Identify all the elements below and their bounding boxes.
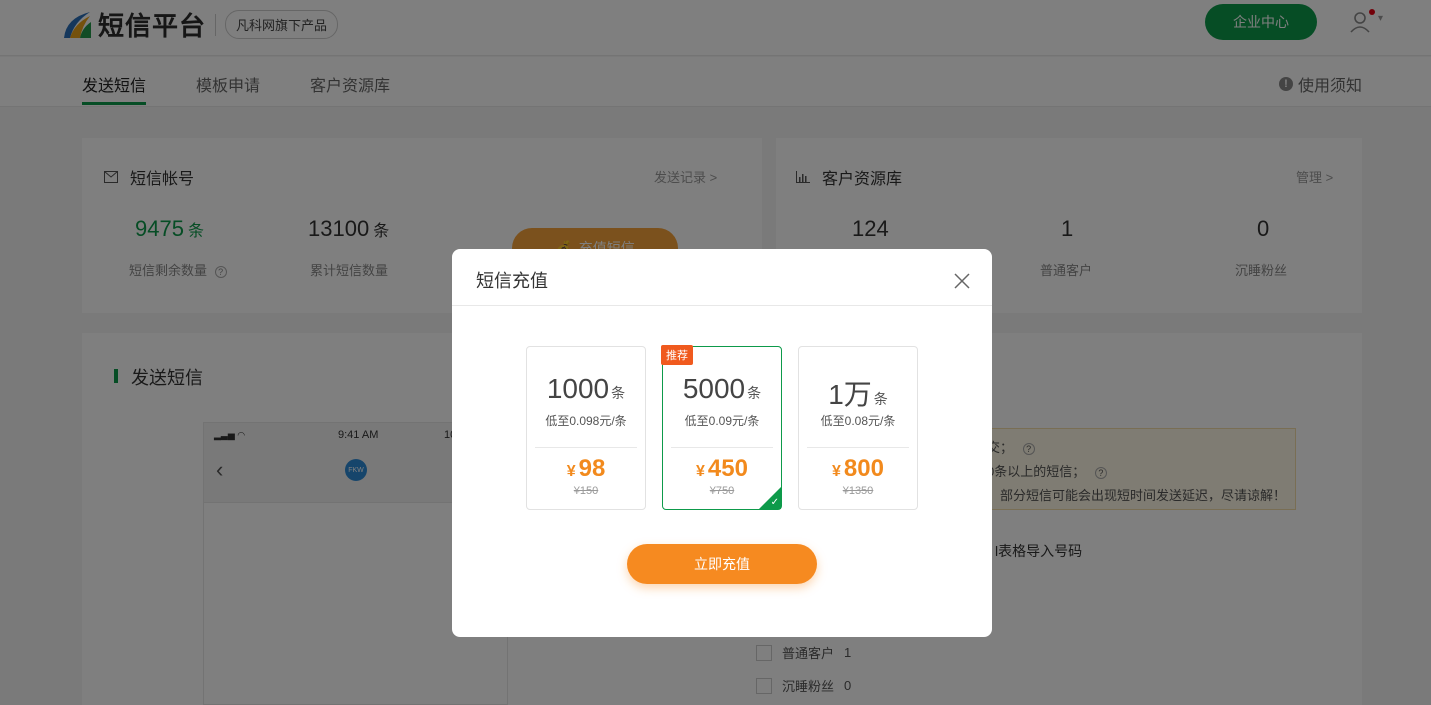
close-icon[interactable] xyxy=(952,271,972,291)
package-price: ¥98 xyxy=(527,455,645,483)
package-count: 1万条 xyxy=(799,373,917,413)
package-rate: 低至0.09元/条 xyxy=(684,414,760,428)
package-count-value: 5000 xyxy=(682,373,746,404)
package-count-unit: 条 xyxy=(611,385,626,401)
package-divider xyxy=(671,447,773,448)
package-count-unit: 条 xyxy=(747,385,762,401)
package-count: 1000 条 xyxy=(527,373,645,405)
package-count: 5000 条 xyxy=(663,373,781,405)
package-price-value: 450 xyxy=(707,455,748,482)
package-price: ¥450 xyxy=(663,455,781,483)
package-price-value: 98 xyxy=(578,455,606,482)
package-count-value: 1000 xyxy=(546,373,610,404)
package-count-unit: 条 xyxy=(873,391,888,407)
package-original-price: ¥1350 xyxy=(842,485,874,497)
currency-symbol: ¥ xyxy=(696,463,705,480)
package-rate: 低至0.08元/条 xyxy=(820,414,896,428)
recommend-badge: 推荐 xyxy=(661,345,693,365)
package-count-value: 1万 xyxy=(828,379,872,410)
package-5000[interactable]: 推荐 5000 条 低至0.09元/条 ¥450 ¥750 ✓ xyxy=(661,345,782,510)
recharge-modal: 短信充值 1000 条 低至0.098元/条 ¥98 ¥150 推荐 5000 条 … xyxy=(452,249,992,637)
package-divider xyxy=(535,447,637,448)
recharge-now-button[interactable]: 立即充值 xyxy=(627,544,817,584)
package-1000[interactable]: 1000 条 低至0.098元/条 ¥98 ¥150 xyxy=(526,346,646,510)
package-rate: 低至0.098元/条 xyxy=(545,414,627,428)
package-original-price: ¥150 xyxy=(573,485,599,497)
currency-symbol: ¥ xyxy=(566,463,576,480)
package-price-value: 800 xyxy=(843,455,884,482)
modal-divider xyxy=(452,305,992,306)
checkmark-icon: ✓ xyxy=(770,497,779,508)
currency-symbol: ¥ xyxy=(832,463,841,480)
modal-title: 短信充值 xyxy=(476,271,548,291)
package-divider xyxy=(807,447,909,448)
package-price: ¥800 xyxy=(799,455,917,483)
package-10000[interactable]: 1万条 低至0.08元/条 ¥800 ¥1350 xyxy=(798,346,918,510)
